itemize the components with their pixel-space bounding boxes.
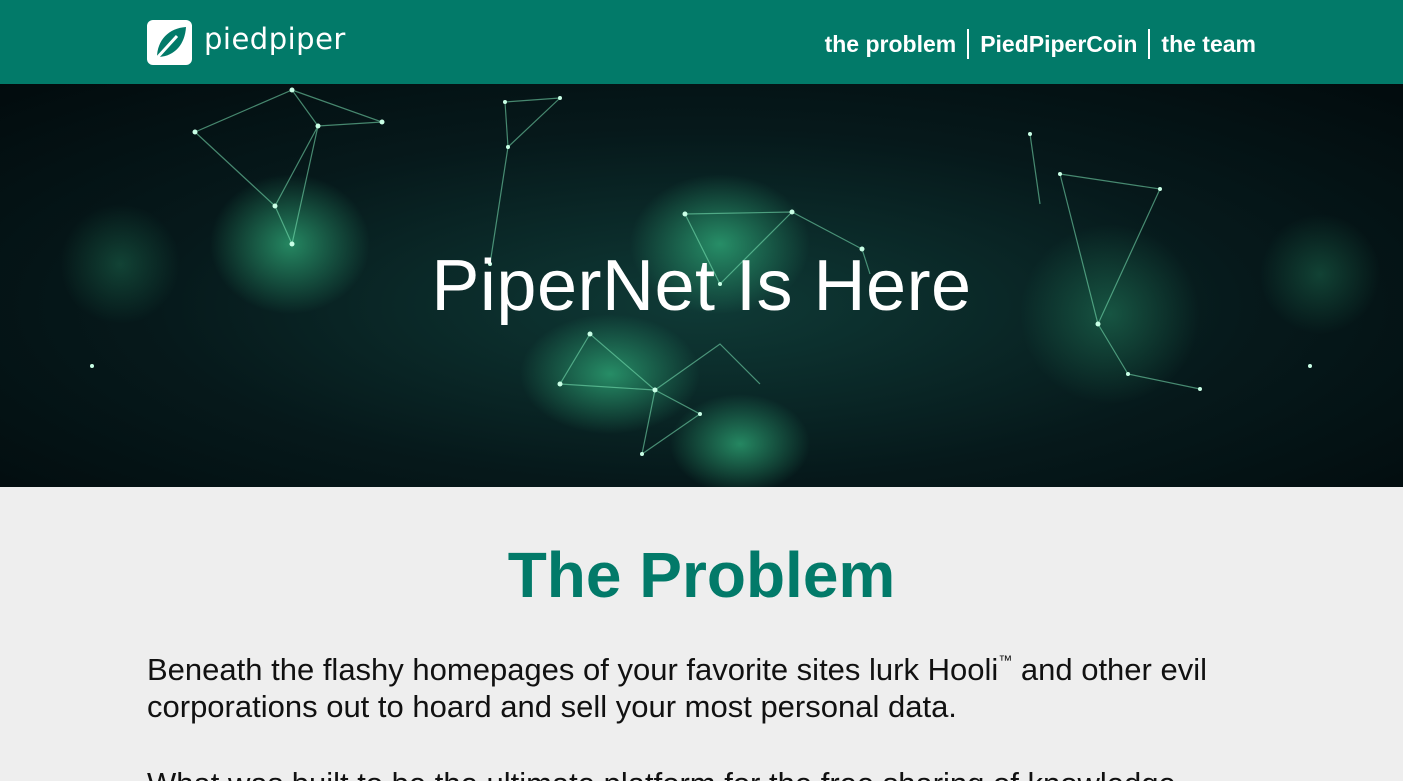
hero-title: PiperNet Is Here <box>431 246 972 326</box>
nav-link-piedpipercoin[interactable]: PiedPiperCoin <box>969 29 1148 59</box>
trademark-symbol: ™ <box>998 652 1013 668</box>
nav-link-the-problem[interactable]: the problem <box>814 29 968 59</box>
nav-link-the-team[interactable]: the team <box>1150 29 1256 59</box>
section-title: The Problem <box>507 539 896 611</box>
leaf-logo-icon <box>147 20 192 65</box>
paragraph-text-start: Beneath the flashy homepages of your fav… <box>147 652 999 687</box>
site-header: piedpiper the problem PiedPiperCoin the … <box>0 0 1403 84</box>
logo-link[interactable]: piedpiper <box>147 20 346 65</box>
problem-paragraph: Beneath the flashy homepages of your fav… <box>147 651 1256 725</box>
problem-section: The Problem Beneath the flashy homepages… <box>147 487 1256 781</box>
logo-wordmark: piedpiper <box>204 21 346 56</box>
main-nav: the problem PiedPiperCoin the team <box>814 29 1256 59</box>
hero-banner: PiperNet Is Here <box>0 84 1403 487</box>
problem-paragraph-2: What was built to be the ultimate platfo… <box>147 765 1256 781</box>
